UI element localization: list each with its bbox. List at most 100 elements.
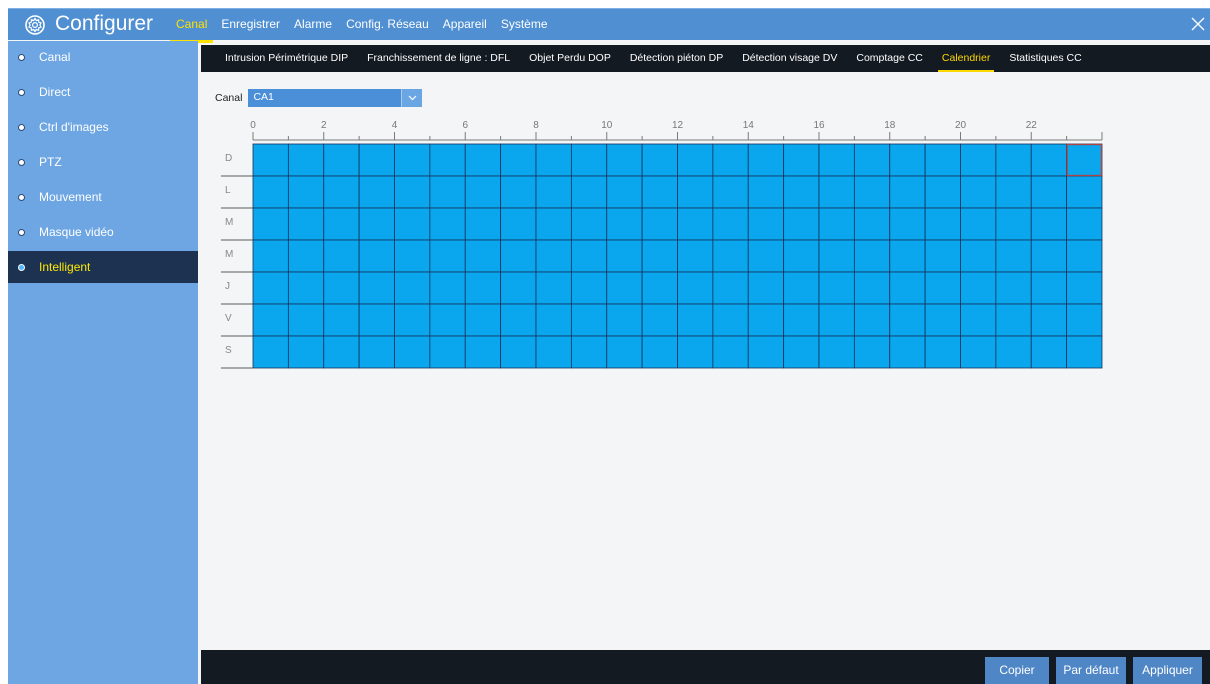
schedule-cell[interactable]: [1066, 271, 1103, 305]
schedule-cell[interactable]: [606, 143, 643, 177]
schedule-cell[interactable]: [287, 303, 325, 337]
schedule-cell[interactable]: [323, 207, 360, 241]
schedule-cell[interactable]: [641, 271, 678, 305]
schedule-cell[interactable]: [606, 271, 643, 305]
sub-tab[interactable]: Détection visage DV: [742, 45, 837, 72]
schedule-cell[interactable]: [1066, 143, 1103, 177]
schedule-cell[interactable]: [1030, 143, 1068, 177]
schedule-cell[interactable]: [358, 207, 395, 241]
schedule-cell[interactable]: [1066, 303, 1103, 337]
schedule-cell[interactable]: [853, 303, 891, 337]
schedule-cell[interactable]: [500, 335, 537, 369]
schedule-cell[interactable]: [853, 271, 891, 305]
schedule-cell[interactable]: [783, 175, 820, 209]
schedule-cell[interactable]: [464, 303, 502, 337]
schedule-cell[interactable]: [287, 271, 325, 305]
schedule-cell[interactable]: [500, 175, 537, 209]
schedule-cell[interactable]: [889, 143, 926, 177]
schedule-cell[interactable]: [570, 335, 608, 369]
schedule-cell[interactable]: [818, 271, 855, 305]
schedule-cell[interactable]: [924, 143, 961, 177]
main-menu-item[interactable]: Alarme: [294, 9, 332, 41]
sub-tab[interactable]: Objet Perdu DOP: [529, 45, 611, 72]
schedule-cell[interactable]: [606, 335, 643, 369]
schedule-cell[interactable]: [358, 175, 395, 209]
schedule-cell[interactable]: [747, 303, 785, 337]
schedule-cell[interactable]: [853, 207, 891, 241]
schedule-cell[interactable]: [570, 143, 608, 177]
schedule-cell[interactable]: [394, 335, 431, 369]
schedule-cell[interactable]: [960, 271, 997, 305]
schedule-cell[interactable]: [783, 303, 820, 337]
schedule-cell[interactable]: [606, 239, 643, 273]
schedule-cell[interactable]: [712, 335, 749, 369]
schedule-cell[interactable]: [783, 239, 820, 273]
schedule-cell[interactable]: [429, 143, 466, 177]
schedule-cell[interactable]: [889, 271, 926, 305]
schedule-cell[interactable]: [323, 271, 360, 305]
schedule-cell[interactable]: [889, 207, 926, 241]
schedule-cell[interactable]: [924, 207, 961, 241]
schedule-cell[interactable]: [818, 143, 855, 177]
main-menu-item[interactable]: Système: [501, 9, 548, 41]
schedule-cell[interactable]: [252, 175, 289, 209]
schedule-cell[interactable]: [500, 303, 537, 337]
schedule-cell[interactable]: [394, 271, 431, 305]
schedule-cell[interactable]: [747, 335, 785, 369]
schedule-cell[interactable]: [535, 303, 572, 337]
close-icon[interactable]: [1190, 16, 1206, 32]
schedule-cell[interactable]: [287, 239, 325, 273]
main-menu-item[interactable]: Canal: [169, 9, 214, 43]
schedule-cell[interactable]: [606, 175, 643, 209]
schedule-cell[interactable]: [287, 143, 325, 177]
schedule-cell[interactable]: [783, 207, 820, 241]
schedule-cell[interactable]: [712, 175, 749, 209]
schedule-cell[interactable]: [677, 239, 714, 273]
schedule-cell[interactable]: [677, 335, 714, 369]
schedule-cell[interactable]: [889, 175, 926, 209]
sidebar-item[interactable]: Canal: [8, 41, 198, 73]
schedule-cell[interactable]: [323, 143, 360, 177]
schedule-cell[interactable]: [960, 335, 997, 369]
schedule-cell[interactable]: [323, 335, 360, 369]
schedule-cell[interactable]: [252, 207, 289, 241]
sidebar-item[interactable]: Mouvement: [8, 181, 198, 213]
schedule-cell[interactable]: [535, 239, 572, 273]
schedule-cell[interactable]: [960, 239, 997, 273]
schedule-cell[interactable]: [287, 335, 325, 369]
schedule-cell[interactable]: [641, 207, 678, 241]
schedule-cell[interactable]: [570, 239, 608, 273]
schedule-cell[interactable]: [323, 175, 360, 209]
schedule-cell[interactable]: [783, 271, 820, 305]
sidebar-item[interactable]: PTZ: [8, 146, 198, 178]
schedule-cell[interactable]: [394, 175, 431, 209]
schedule-cell[interactable]: [464, 143, 502, 177]
schedule-cell[interactable]: [1030, 207, 1068, 241]
schedule-cell[interactable]: [287, 175, 325, 209]
schedule-cell[interactable]: [853, 143, 891, 177]
schedule-cell[interactable]: [747, 271, 785, 305]
schedule-cell[interactable]: [394, 303, 431, 337]
schedule-cell[interactable]: [570, 271, 608, 305]
schedule-cell[interactable]: [606, 207, 643, 241]
schedule-cell[interactable]: [677, 175, 714, 209]
schedule-cell[interactable]: [712, 239, 749, 273]
sub-tab[interactable]: Comptage CC: [856, 45, 923, 72]
schedule-cell[interactable]: [818, 207, 855, 241]
schedule-cell[interactable]: [853, 239, 891, 273]
schedule-cell[interactable]: [677, 303, 714, 337]
schedule-cell[interactable]: [252, 143, 289, 177]
schedule-cell[interactable]: [429, 207, 466, 241]
schedule-cell[interactable]: [1030, 175, 1068, 209]
sidebar-item[interactable]: Masque vidéo: [8, 216, 198, 248]
schedule-cell[interactable]: [995, 271, 1032, 305]
sidebar-item[interactable]: Direct: [8, 76, 198, 108]
schedule-cell[interactable]: [818, 335, 855, 369]
sidebar-item[interactable]: Ctrl d'images: [8, 111, 198, 143]
schedule-grid[interactable]: 0 2 4 6 8 10 12 14 16 18 20 22 D L M M J V S: [201, 72, 1210, 372]
schedule-cell[interactable]: [287, 207, 325, 241]
schedule-cell[interactable]: [1066, 207, 1103, 241]
schedule-cell[interactable]: [606, 303, 643, 337]
schedule-cell[interactable]: [358, 271, 395, 305]
schedule-cell[interactable]: [818, 239, 855, 273]
